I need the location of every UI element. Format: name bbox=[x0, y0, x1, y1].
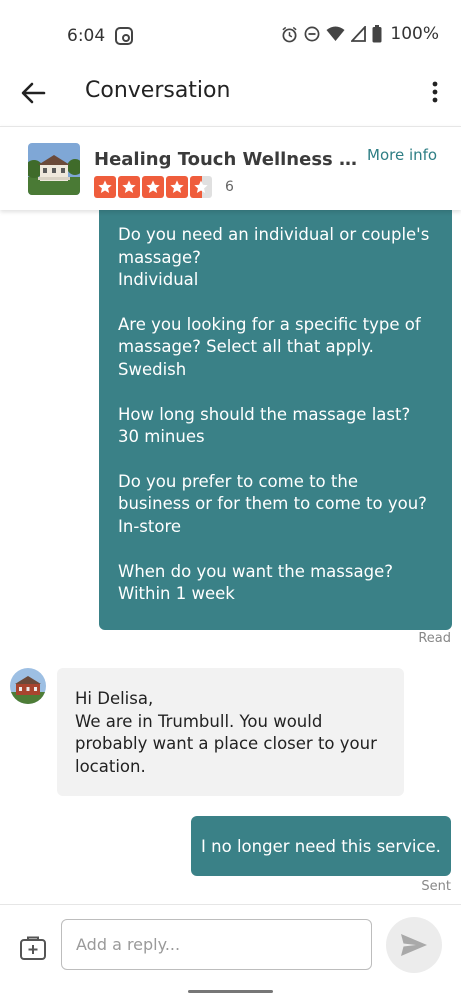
business-photo[interactable] bbox=[28, 143, 80, 195]
business-name[interactable]: Healing Touch Wellness Ce... bbox=[94, 149, 362, 170]
business-avatar[interactable] bbox=[10, 668, 46, 704]
status-right-icons: 100% bbox=[281, 24, 439, 44]
battery-icon bbox=[372, 25, 382, 43]
read-receipt: Read bbox=[418, 631, 451, 646]
battery-percent: 100% bbox=[390, 24, 439, 44]
qa-item: How long should the massage last? 30 min… bbox=[118, 404, 434, 449]
reply-input[interactable] bbox=[61, 919, 372, 970]
received-message-bubble: Hi Delisa, We are in Trumbull. You would… bbox=[57, 668, 404, 796]
qa-item: When do you want the massage? Within 1 w… bbox=[118, 561, 434, 606]
star-icon bbox=[142, 176, 164, 198]
gesture-nav-handle[interactable] bbox=[188, 990, 273, 993]
alarm-icon bbox=[282, 26, 297, 42]
qa-item: Are you looking for a specific type of m… bbox=[118, 314, 434, 382]
chat-area[interactable]: Do you need an individual or couple's ma… bbox=[0, 210, 461, 904]
qa-question: How long should the massage last? bbox=[118, 404, 411, 424]
app-bar: Conversation bbox=[0, 70, 461, 126]
star-icon bbox=[118, 176, 140, 198]
wifi-icon bbox=[326, 26, 345, 41]
qa-question: Are you looking for a specific type of m… bbox=[118, 314, 421, 357]
qa-answer: In-store bbox=[118, 516, 182, 536]
sent-message-bubble: I no longer need this service. bbox=[191, 816, 451, 876]
send-icon bbox=[401, 934, 427, 956]
sent-questionnaire-bubble: Do you need an individual or couple's ma… bbox=[99, 210, 452, 630]
qa-question: Do you prefer to come to the business or… bbox=[118, 471, 427, 514]
qa-item: Do you need an individual or couple's ma… bbox=[118, 224, 434, 292]
review-count: 6 bbox=[225, 179, 234, 195]
star-rating bbox=[94, 176, 212, 198]
star-icon bbox=[166, 176, 188, 198]
received-greeting: Hi Delisa, bbox=[75, 689, 154, 708]
business-header: Healing Touch Wellness Ce... 6 More info bbox=[0, 126, 461, 210]
qa-question: When do you want the massage? bbox=[118, 561, 393, 581]
qa-answer: Within 1 week bbox=[118, 584, 235, 604]
back-arrow-icon[interactable] bbox=[20, 80, 46, 106]
more-vert-icon[interactable] bbox=[429, 80, 441, 104]
half-star-icon bbox=[190, 176, 212, 198]
received-body: We are in Trumbull. You would probably w… bbox=[75, 711, 377, 776]
reply-bar bbox=[0, 904, 461, 984]
dnd-icon bbox=[304, 26, 320, 42]
qa-question: Do you need an individual or couple's ma… bbox=[118, 225, 430, 267]
status-time: 6:04 bbox=[67, 26, 106, 46]
screen-record-icon bbox=[115, 27, 133, 45]
send-button[interactable] bbox=[386, 917, 442, 973]
qa-answer: Individual bbox=[118, 270, 199, 290]
qa-item: Do you prefer to come to the business or… bbox=[118, 471, 434, 539]
qa-answer: 30 minues bbox=[118, 427, 205, 447]
sent-receipt: Sent bbox=[421, 879, 451, 894]
more-info-link[interactable]: More info bbox=[367, 146, 437, 164]
qa-answer: Swedish bbox=[118, 359, 187, 379]
page-title: Conversation bbox=[85, 78, 231, 103]
add-attachment-icon[interactable] bbox=[19, 935, 47, 961]
sent-message-text: I no longer need this service. bbox=[201, 836, 441, 856]
star-icon bbox=[94, 176, 116, 198]
signal-icon bbox=[351, 26, 367, 42]
status-bar: 6:04 100% bbox=[0, 0, 461, 70]
